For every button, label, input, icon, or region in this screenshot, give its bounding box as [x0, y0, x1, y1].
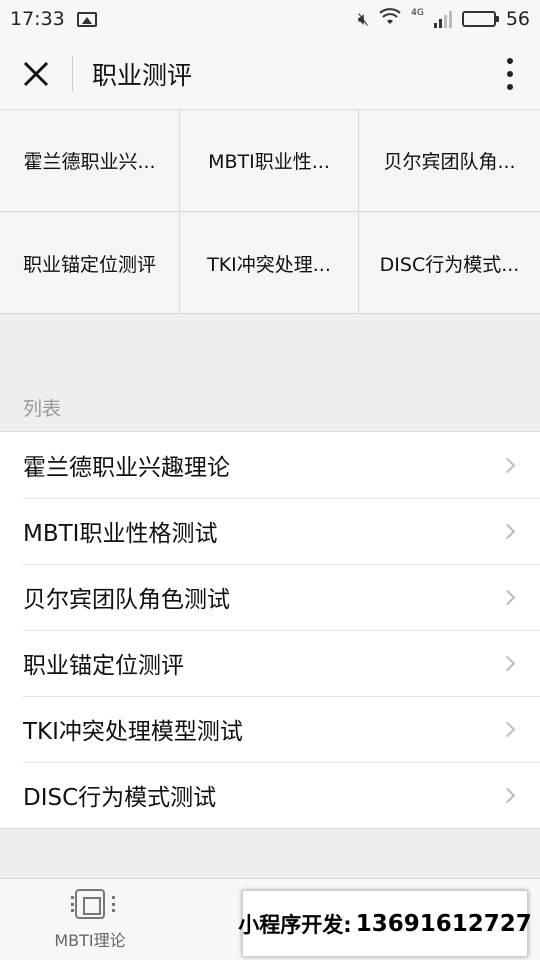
- status-time: 17:33: [10, 8, 65, 30]
- battery-level: 56: [505, 8, 530, 30]
- test-list: 霍兰德职业兴趣理论 MBTI职业性格测试 贝尔宾团队角色测试 职业锚定位测评 T…: [0, 431, 540, 829]
- list-item-label: MBTI职业性格测试: [23, 521, 218, 547]
- image-icon: [76, 11, 97, 27]
- list-item-label: 职业锚定位测评: [23, 653, 184, 679]
- page-title: 职业测评: [92, 60, 193, 90]
- grid-item-tki[interactable]: TKI冲突处理...: [180, 212, 359, 314]
- mute-icon: 🔇︎: [357, 8, 370, 30]
- watermark-phone: 13691612727: [355, 910, 532, 937]
- status-bar: 17:33 🔇︎ 4G 56: [0, 0, 540, 38]
- list-item-mbti[interactable]: MBTI职业性格测试: [0, 498, 540, 564]
- more-dot-icon: [507, 57, 513, 64]
- battery-icon: [461, 11, 499, 27]
- more-button[interactable]: [480, 38, 540, 110]
- list-item-holland[interactable]: 霍兰德职业兴趣理论: [0, 432, 540, 498]
- chevron-right-icon: [499, 655, 516, 671]
- more-dot-icon: [507, 70, 513, 77]
- wifi-icon: [379, 7, 401, 31]
- grid-item-mbti[interactable]: MBTI职业性...: [180, 110, 359, 212]
- list-header: 列表: [23, 398, 62, 420]
- watermark-prefix: 小程序开发:: [238, 912, 352, 937]
- tab-mbti-theory[interactable]: MBTI理论: [40, 889, 140, 951]
- list-item-tki[interactable]: TKI冲突处理模型测试: [0, 696, 540, 762]
- list-item-label: DISC行为模式测试: [23, 785, 217, 811]
- list-item-career-anchor[interactable]: 职业锚定位测评: [0, 630, 540, 696]
- chevron-right-icon: [499, 787, 516, 803]
- grid-item-holland[interactable]: 霍兰德职业兴...: [0, 110, 180, 212]
- nav-bar: 职业测评: [0, 38, 540, 110]
- list-item-belbin[interactable]: 贝尔宾团队角色测试: [0, 564, 540, 630]
- list-item-label: TKI冲突处理模型测试: [23, 719, 243, 745]
- more-dot-icon: [507, 83, 513, 90]
- chip-icon: [71, 889, 115, 919]
- signal-icon: [433, 10, 452, 28]
- status-right: 🔇︎ 4G 56: [358, 8, 530, 31]
- chevron-right-icon: [499, 721, 516, 737]
- grid-item-disc[interactable]: DISC行为模式...: [359, 212, 540, 314]
- chevron-right-icon: [499, 523, 516, 539]
- grid-item-belbin[interactable]: 贝尔宾团队角...: [359, 110, 540, 212]
- chevron-right-icon: [499, 589, 516, 605]
- close-button[interactable]: [0, 38, 72, 110]
- network-type: 4G: [411, 7, 424, 18]
- nav-divider: [72, 55, 73, 92]
- grid-item-career-anchor[interactable]: 职业锚定位测评: [0, 212, 180, 314]
- tab-label: MBTI理论: [54, 931, 126, 950]
- watermark-banner: 小程序开发: 13691612727: [238, 890, 532, 957]
- category-grid: 霍兰德职业兴... MBTI职业性... 贝尔宾团队角... 职业锚定位测评 T…: [0, 110, 540, 314]
- list-item-disc[interactable]: DISC行为模式测试: [0, 762, 540, 828]
- list-item-label: 霍兰德职业兴趣理论: [23, 455, 230, 481]
- close-icon: [23, 61, 49, 86]
- chevron-right-icon: [499, 457, 516, 473]
- list-item-label: 贝尔宾团队角色测试: [23, 587, 230, 613]
